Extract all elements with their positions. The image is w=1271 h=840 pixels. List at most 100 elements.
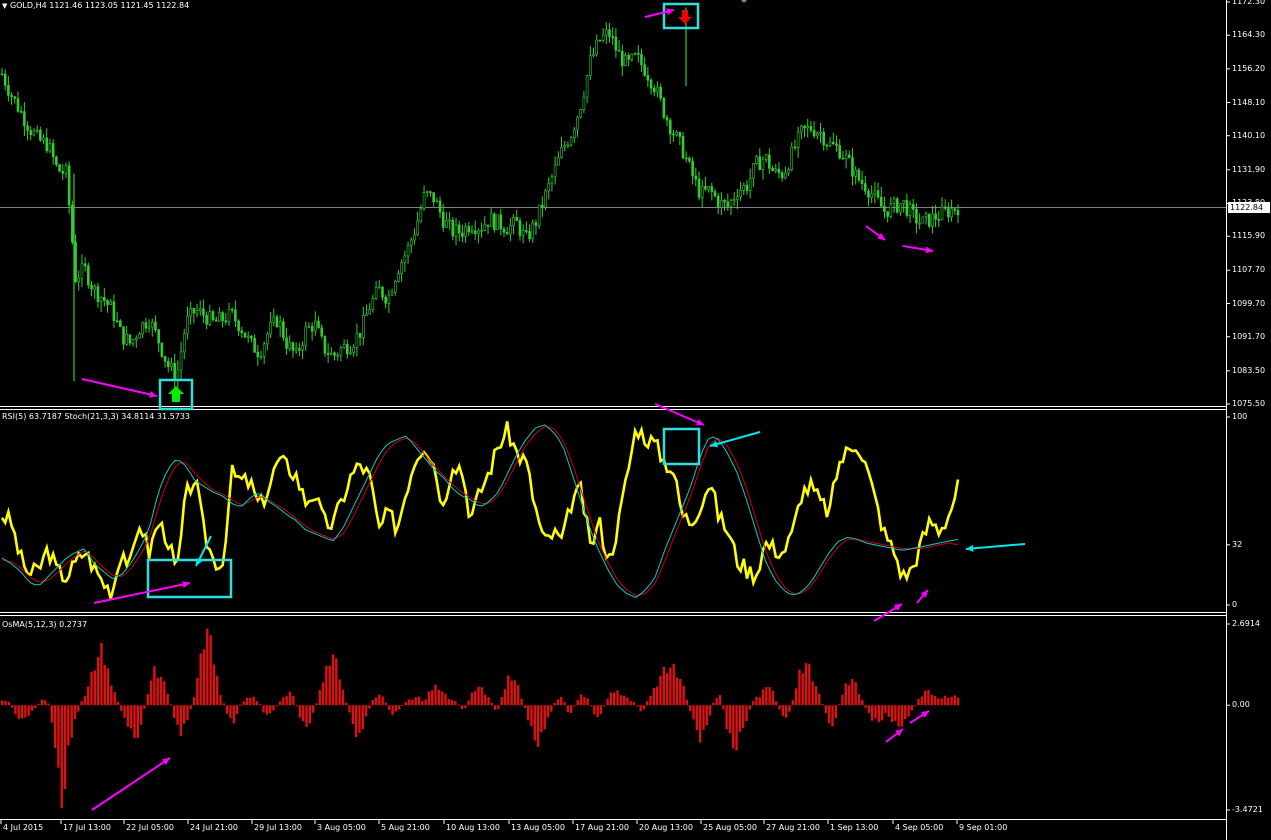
- stoch-main-line: [1, 424, 959, 598]
- osma-bar: [1, 700, 4, 706]
- osma-bar: [14, 705, 17, 715]
- osma-bar: [371, 700, 374, 706]
- candle-body: [275, 316, 279, 328]
- candle-body: [451, 219, 455, 237]
- candle-body: [870, 193, 873, 198]
- candle-body: [26, 125, 29, 131]
- osma-bar: [24, 705, 27, 718]
- candle-body: [518, 220, 522, 236]
- candle-body: [96, 286, 100, 302]
- osma-bar: [437, 689, 441, 706]
- candle-body: [860, 179, 864, 184]
- candle-body: [573, 129, 576, 139]
- price-axis-label: 1107.70: [1232, 265, 1266, 275]
- candle-body: [128, 334, 132, 344]
- candle-body: [470, 230, 474, 233]
- osma-bar: [4, 700, 7, 706]
- osma-bar: [560, 696, 563, 706]
- osma-bar: [546, 705, 550, 718]
- candle-body: [413, 234, 416, 241]
- candle-body: [397, 272, 400, 282]
- candle-body: [32, 130, 36, 135]
- candle-body: [99, 296, 103, 302]
- candle-body: [502, 228, 506, 233]
- osma-bar: [712, 702, 715, 706]
- osma-bar: [401, 704, 404, 706]
- osma-bar: [870, 705, 874, 721]
- osma-bar: [30, 705, 34, 711]
- osma-bar: [543, 705, 546, 730]
- osma-bar: [510, 680, 513, 706]
- candle-body: [103, 296, 106, 301]
- candle-body: [291, 342, 295, 351]
- candle-body: [90, 284, 93, 290]
- osma-bar: [801, 673, 804, 706]
- osma-bar: [649, 696, 652, 706]
- candle-body: [16, 98, 20, 112]
- candle-body: [320, 327, 324, 337]
- osma-bar: [156, 677, 159, 706]
- osma-bar: [536, 705, 540, 747]
- current-price-label: 1122.84: [1228, 202, 1270, 214]
- osma-bar: [788, 705, 791, 712]
- price-axis-label: 1148.10: [1232, 97, 1266, 107]
- candle-body: [448, 219, 451, 222]
- osma-bar: [457, 704, 460, 706]
- chart-canvas[interactable]: [0, 0, 1271, 840]
- candle-body: [457, 224, 461, 234]
- candle-body: [109, 301, 113, 305]
- osma-bar: [335, 658, 338, 706]
- oscillator-highlight-box: [146, 558, 233, 599]
- osma-bar: [808, 664, 811, 706]
- candle-body: [710, 186, 714, 192]
- rsi-shadow-line: [1, 421, 959, 600]
- osma-bar: [315, 703, 318, 706]
- candle-body: [202, 308, 205, 316]
- osma-bar: [665, 673, 669, 706]
- candle-body: [617, 49, 621, 52]
- osma-bar: [689, 705, 692, 712]
- osma-bar: [345, 702, 348, 706]
- time-axis-label: 3 Aug 05:00: [317, 823, 366, 832]
- candle-body: [240, 330, 244, 334]
- candle-body: [125, 334, 128, 345]
- osma-bar: [282, 697, 285, 706]
- candle-body: [371, 298, 375, 310]
- osma-bar: [612, 692, 616, 706]
- candle-body: [604, 29, 608, 36]
- osma-bar: [364, 705, 368, 717]
- dropdown-triangle-icon[interactable]: ▼: [2, 2, 7, 10]
- osma-bar: [517, 685, 520, 706]
- candle-body: [547, 182, 551, 192]
- candle-body: [317, 320, 320, 329]
- sell-arrow-icon: [678, 10, 692, 24]
- candle-body: [166, 361, 170, 367]
- osma-bar: [424, 699, 427, 706]
- osma-bar: [669, 667, 672, 706]
- osma-axis-label: 0.00: [1232, 700, 1250, 710]
- osma-bar: [411, 699, 414, 706]
- candle-body: [409, 239, 413, 246]
- osma-bar: [781, 705, 785, 717]
- candle-body: [227, 308, 231, 323]
- osma-bar: [877, 705, 881, 723]
- osma-bar: [192, 697, 196, 706]
- candle-body: [905, 200, 909, 216]
- candle-body: [269, 321, 272, 335]
- osma-bar: [738, 705, 742, 733]
- candle-body: [911, 204, 915, 210]
- candle-body: [579, 109, 583, 118]
- candle-body: [771, 168, 774, 172]
- oscillator-axis-label: 100: [1232, 412, 1248, 421]
- candle-body: [134, 337, 138, 340]
- time-axis-label: 4 Jul 2015: [3, 823, 44, 832]
- candle-body: [745, 184, 749, 191]
- osma-bar: [523, 705, 527, 708]
- candle-body: [656, 86, 659, 93]
- candle-body: [106, 300, 109, 305]
- rsi-line: [0, 421, 960, 600]
- osma-bar: [851, 678, 854, 706]
- candle-body: [310, 325, 314, 332]
- time-axis-label: 17 Jul 13:00: [63, 823, 111, 832]
- candle-body: [425, 191, 429, 193]
